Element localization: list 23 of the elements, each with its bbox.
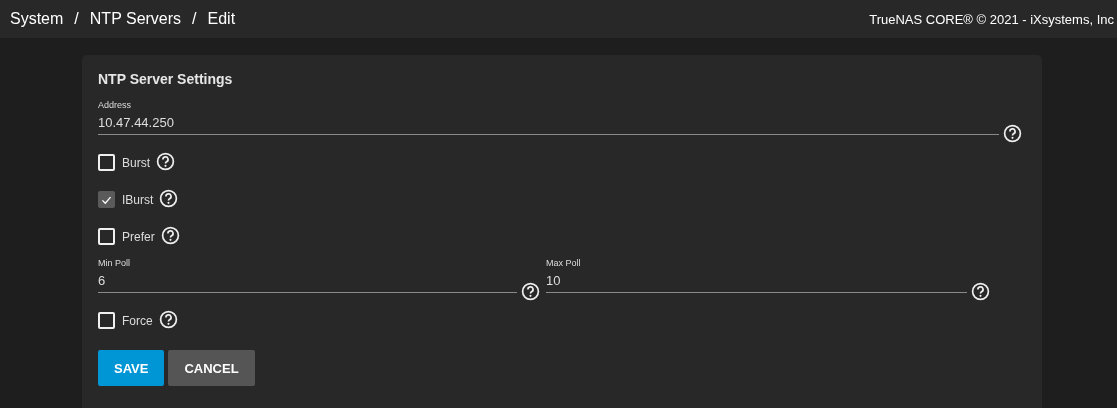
help-icon[interactable] xyxy=(1003,124,1022,143)
breadcrumb-separator: / xyxy=(74,10,79,28)
breadcrumb-item: Edit xyxy=(207,10,236,28)
checkbox[interactable] xyxy=(98,191,115,208)
input-field[interactable]: Min Poll 6 xyxy=(98,257,517,293)
help-icon[interactable] xyxy=(160,226,180,245)
help-icon[interactable] xyxy=(521,282,540,301)
breadcrumb-separator: / xyxy=(192,10,197,28)
copyright-text: TrueNAS CORE® © 2021 - iXsystems, Inc xyxy=(869,11,1114,27)
checkbox-label[interactable]: Burst xyxy=(122,155,150,170)
input-field[interactable]: Max Poll 10 xyxy=(546,257,967,293)
help-icon[interactable] xyxy=(156,152,175,171)
cancel-button[interactable]: CANCEL xyxy=(168,350,255,386)
breadcrumb-item[interactable]: NTP Servers xyxy=(89,10,182,28)
checkbox-label[interactable]: Force xyxy=(122,313,153,328)
help-icon[interactable] xyxy=(159,189,179,208)
checkbox-label[interactable]: IBurst xyxy=(122,192,154,207)
card-title: NTP Server Settings xyxy=(98,71,234,87)
help-icon[interactable] xyxy=(971,282,990,301)
input-field[interactable]: Address 10.47.44.250 xyxy=(98,99,999,135)
breadcrumb-item[interactable]: System xyxy=(10,10,64,28)
checkbox-label[interactable]: Prefer xyxy=(122,229,155,244)
help-icon[interactable] xyxy=(158,310,178,329)
